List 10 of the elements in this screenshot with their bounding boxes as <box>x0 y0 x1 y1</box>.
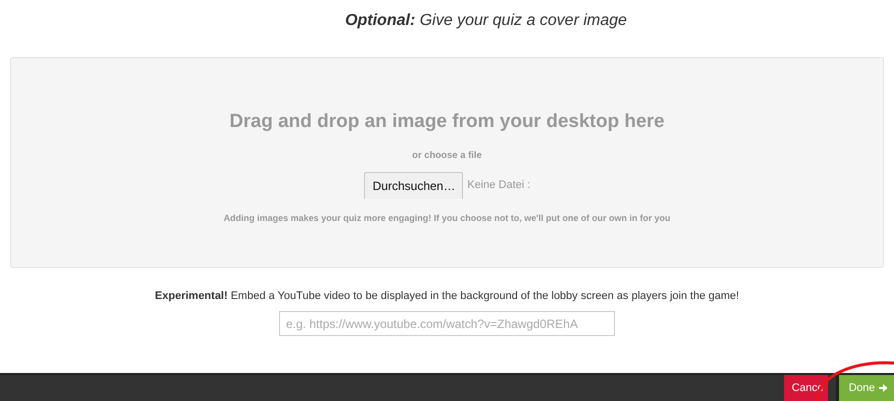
browse-button[interactable]: Durchsuchen… <box>364 172 464 199</box>
drop-zone[interactable]: Drag and drop an image from your desktop here or choose a file Durchsuchen… Keine Datei : Adding images makes your quiz more engaging! If you choose not to, we'll put one of our own in for you <box>10 57 884 268</box>
drop-zone-title: Drag and drop an image from your desktop here <box>230 110 664 134</box>
video-url-field[interactable]: e.g. https://www.youtube.com/watch?v=Zhawgd0REhA <box>279 311 615 336</box>
drop-zone-subtitle: or choose a file <box>412 148 482 162</box>
drop-zone-hint: Adding images makes your quiz more engaging! If you choose not to, we'll put one of our own in for you <box>224 212 670 225</box>
arrow-right-icon <box>878 383 888 393</box>
section-heading: Optional: Give your quiz a cover image <box>344 11 628 31</box>
file-status: Keine Datei : <box>467 178 530 193</box>
video-description: Experimental! Embed a YouTube video to be displayed in the background of the lobby screen as players join the game! <box>154 289 740 303</box>
